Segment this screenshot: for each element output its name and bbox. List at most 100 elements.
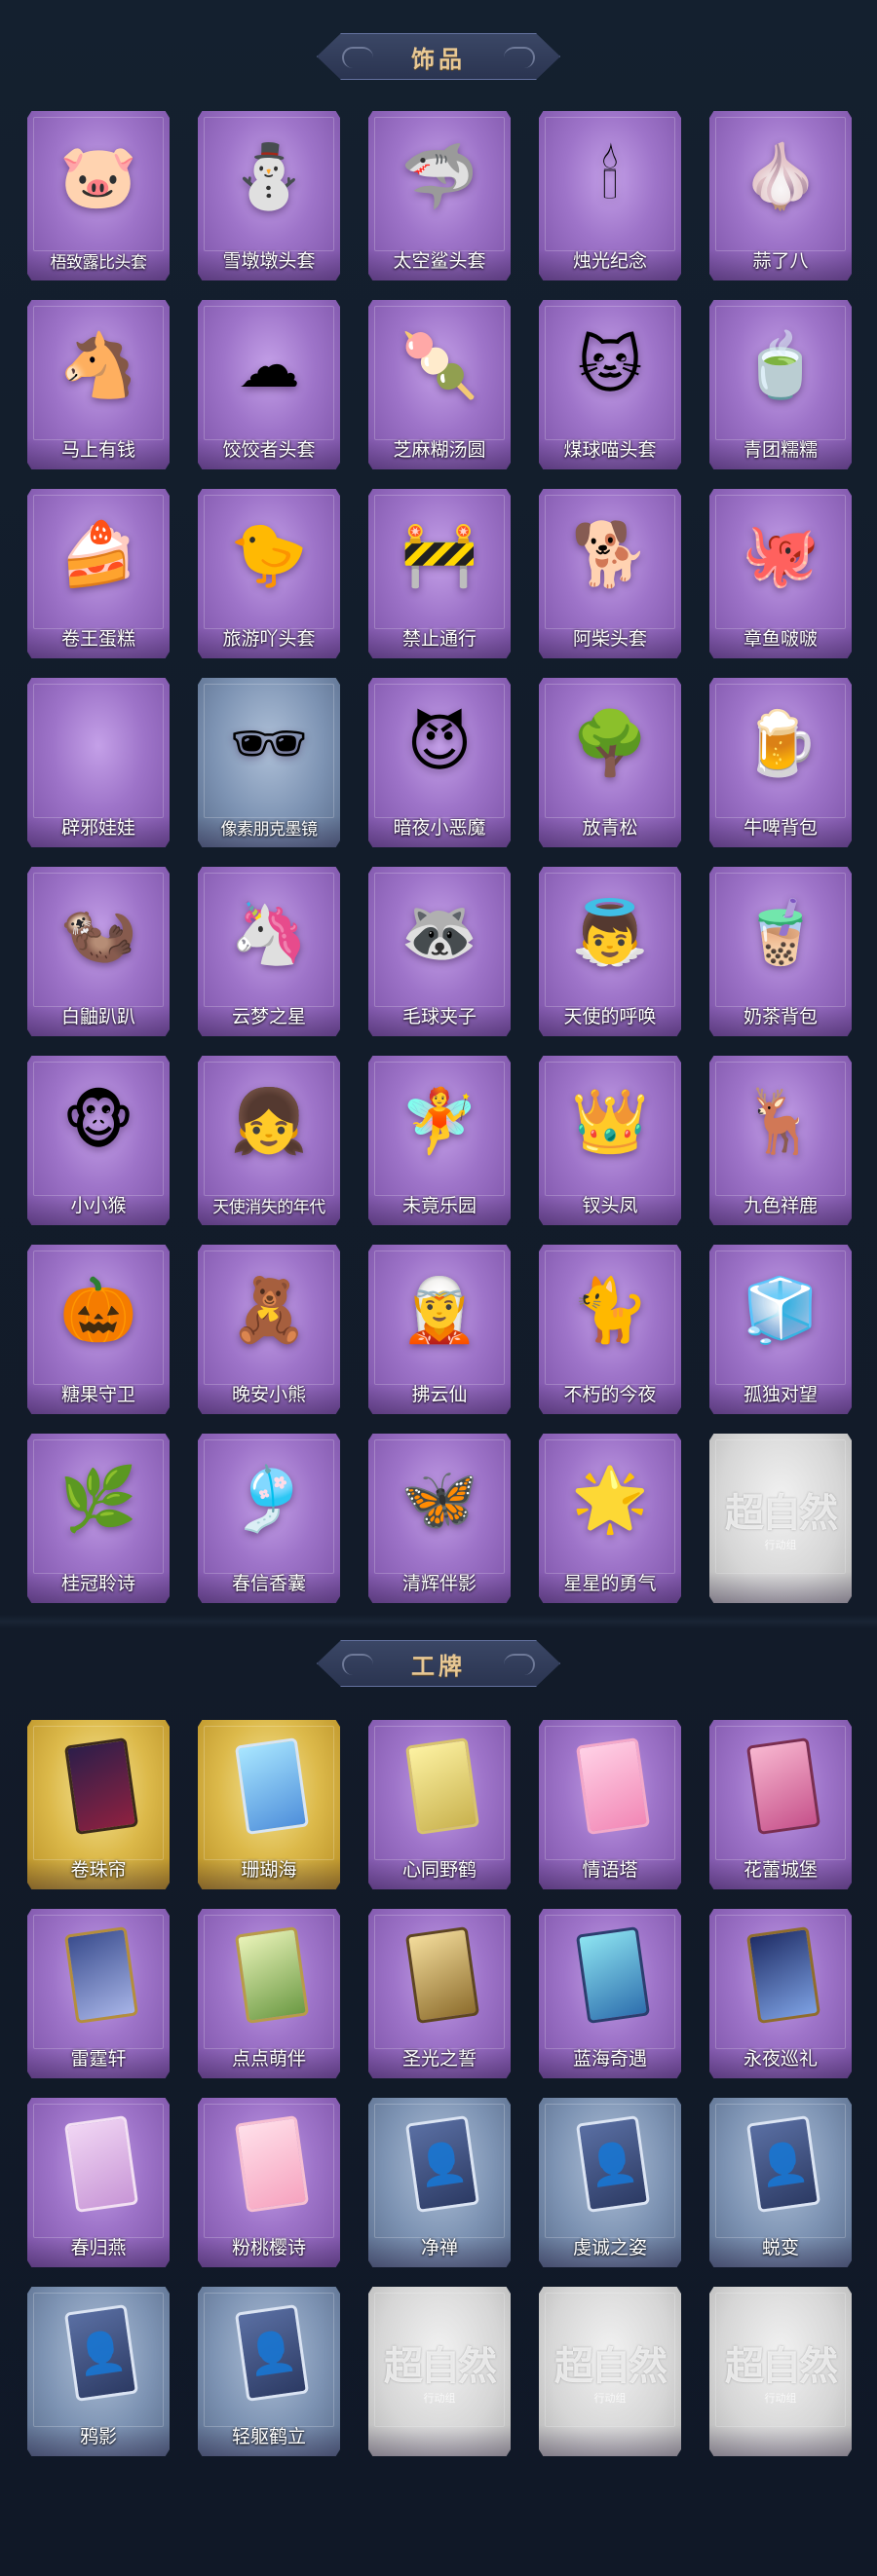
item-tile[interactable]: 卷珠帘 bbox=[27, 1720, 170, 1889]
item-tile[interactable]: 🦄 云梦之星 bbox=[198, 867, 340, 1036]
item-label: 拂云仙 bbox=[411, 1384, 468, 1405]
item-tile[interactable]: 👤 鸦影 bbox=[27, 2287, 170, 2456]
item-tile[interactable]: 🧝 拂云仙 bbox=[368, 1245, 511, 1414]
badge-silhouette-icon: 👤 bbox=[745, 2114, 821, 2214]
item-tile[interactable]: 🦦 白鼬趴趴 bbox=[27, 867, 170, 1036]
item-tile[interactable]: ☁ 饺饺者头套 bbox=[198, 300, 340, 469]
item-label: 云梦之星 bbox=[231, 1006, 306, 1027]
placeholder-logo-icon: 超自然 bbox=[725, 1490, 838, 1536]
cow-beer-backpack-icon: 🍺 bbox=[742, 708, 820, 780]
item-tile[interactable]: 🍡 芝麻糊汤圆 bbox=[368, 300, 511, 469]
item-tile[interactable]: 🕶 像素朋克墨镜 bbox=[198, 678, 340, 847]
item-tile[interactable]: 🎃 糖果守卫 bbox=[27, 1245, 170, 1414]
item-label: 星星的勇气 bbox=[563, 1573, 657, 1594]
item-label: 饺饺者头套 bbox=[222, 439, 316, 461]
item-tile[interactable]: 🐴 马上有钱 bbox=[27, 300, 170, 469]
placeholder-logo-icon: 超自然 bbox=[554, 2343, 667, 2389]
item-tile[interactable]: 珊瑚海 bbox=[198, 1720, 340, 1889]
item-tile[interactable]: 🌳 放青松 bbox=[539, 678, 681, 847]
badge-card-icon bbox=[404, 1925, 480, 2025]
item-tile[interactable]: 情语塔 bbox=[539, 1720, 681, 1889]
placeholder-tile[interactable]: 超自然 行动组 bbox=[539, 2287, 681, 2456]
item-tile[interactable]: 花蕾城堡 bbox=[709, 1720, 852, 1889]
item-tile[interactable]: 🐵 小小猴 bbox=[27, 1056, 170, 1225]
item-tile[interactable]: 🐙 章鱼啵啵 bbox=[709, 489, 852, 658]
item-label: 孤独对望 bbox=[743, 1384, 818, 1405]
item-tile[interactable]: 🧄 蒜了八 bbox=[709, 111, 852, 280]
item-label: 蜕变 bbox=[761, 2237, 799, 2259]
placeholder-tile[interactable]: 超自然 行动组 bbox=[368, 2287, 511, 2456]
item-label: 太空鲨头套 bbox=[393, 250, 486, 272]
snow-deer-hat-icon: ⛄ bbox=[230, 141, 308, 213]
item-tile[interactable]: 🍺 牛啤背包 bbox=[709, 678, 852, 847]
item-tile[interactable]: 👑 钗头凤 bbox=[539, 1056, 681, 1225]
item-label: 圣光之誓 bbox=[401, 2048, 477, 2070]
item-tile[interactable]: 圣光之誓 bbox=[368, 1909, 511, 2078]
item-tile[interactable]: 心同野鹤 bbox=[368, 1720, 511, 1889]
badge-card-icon bbox=[63, 2114, 139, 2214]
item-tile[interactable]: 🧚 未竟乐园 bbox=[368, 1056, 511, 1225]
garlic-head-icon: 🧄 bbox=[742, 141, 820, 213]
angel-pendant-icon: 👼 bbox=[571, 897, 649, 969]
item-tile[interactable]: 🌿 桂冠聆诗 bbox=[27, 1434, 170, 1603]
item-tile[interactable]: 🐱 煤球喵头套 bbox=[539, 300, 681, 469]
little-monkey-icon: 🐵 bbox=[62, 1086, 134, 1158]
item-tile[interactable]: 🚧 禁止通行 bbox=[368, 489, 511, 658]
item-label: 永夜巡礼 bbox=[743, 2048, 818, 2070]
item-label: 梧致露比头套 bbox=[50, 253, 148, 273]
item-tile[interactable]: 辟邪娃娃 bbox=[27, 678, 170, 847]
shiba-head-icon: 🐕 bbox=[571, 519, 649, 591]
item-tile[interactable]: 🧊 孤独对望 bbox=[709, 1245, 852, 1414]
item-tile[interactable]: 🐤 旅游吖头套 bbox=[198, 489, 340, 658]
item-tile[interactable]: 点点萌伴 bbox=[198, 1909, 340, 2078]
item-tile[interactable]: 🦈 太空鲨头套 bbox=[368, 111, 511, 280]
item-tile[interactable]: 👧 天使消失的年代 bbox=[198, 1056, 340, 1225]
placeholder-sub-text: 行动组 bbox=[764, 2392, 797, 2405]
badge-card-icon bbox=[234, 2114, 310, 2214]
item-tile[interactable]: 🐷 梧致露比头套 bbox=[27, 111, 170, 280]
item-tile[interactable]: 🐕 阿柴头套 bbox=[539, 489, 681, 658]
item-label: 轻躯鹤立 bbox=[231, 2426, 306, 2447]
placeholder-tile[interactable]: 超自然 行动组 bbox=[709, 2287, 852, 2456]
item-tile[interactable]: 👤 净禅 bbox=[368, 2098, 511, 2267]
placeholder-logo-icon: 超自然 bbox=[725, 2343, 838, 2389]
item-tile[interactable]: 🍰 卷王蛋糕 bbox=[27, 489, 170, 658]
item-tile[interactable]: 👤 轻躯鹤立 bbox=[198, 2287, 340, 2456]
item-tile[interactable]: 👤 虔诚之姿 bbox=[539, 2098, 681, 2267]
badge-silhouette-icon: 👤 bbox=[404, 2114, 480, 2214]
item-tile[interactable]: 🕯 烛光纪念 bbox=[539, 111, 681, 280]
item-tile[interactable]: 永夜巡礼 bbox=[709, 1909, 852, 2078]
badge-card-icon bbox=[745, 1736, 821, 1836]
item-tile[interactable]: 🍵 青团糯糯 bbox=[709, 300, 852, 469]
item-tile[interactable]: 🦌 九色祥鹿 bbox=[709, 1056, 852, 1225]
label-backdrop bbox=[709, 1572, 852, 1603]
silhouette-icon: 👤 bbox=[586, 2139, 640, 2190]
item-tile[interactable]: 雷霆轩 bbox=[27, 1909, 170, 2078]
item-tile[interactable]: ⛄ 雪墩墩头套 bbox=[198, 111, 340, 280]
section-divider bbox=[0, 1615, 877, 1628]
item-label: 点点萌伴 bbox=[231, 2048, 306, 2070]
placeholder-tile[interactable]: 超自然 行动组 bbox=[709, 1434, 852, 1603]
item-tile[interactable]: 🌟 星星的勇气 bbox=[539, 1434, 681, 1603]
paradise-girl-pendant-icon: 🧚 bbox=[400, 1086, 478, 1158]
moonlight-companion-icon: 🦋 bbox=[400, 1464, 478, 1536]
item-tile[interactable]: 🦋 清辉伴影 bbox=[368, 1434, 511, 1603]
item-tile[interactable]: 🐈 不朽的今夜 bbox=[539, 1245, 681, 1414]
item-tile[interactable]: 😈 暗夜小恶魔 bbox=[368, 678, 511, 847]
item-tile[interactable]: 🎐 春信香囊 bbox=[198, 1434, 340, 1603]
phoenix-pendant-icon: 👑 bbox=[571, 1086, 649, 1158]
item-tile[interactable]: 春归燕 bbox=[27, 2098, 170, 2267]
lonely-gaze-icon: 🧊 bbox=[742, 1275, 820, 1347]
item-label: 钗头凤 bbox=[582, 1195, 638, 1216]
item-tile[interactable]: 👤 蜕变 bbox=[709, 2098, 852, 2267]
item-tile[interactable]: 🧸 晚安小熊 bbox=[198, 1245, 340, 1414]
item-tile[interactable]: 👼 天使的呼唤 bbox=[539, 867, 681, 1036]
item-label: 雷霆轩 bbox=[70, 2048, 127, 2070]
pixel-sunglasses-icon: 🕶 bbox=[229, 708, 309, 780]
item-tile[interactable]: 蓝海奇遇 bbox=[539, 1909, 681, 2078]
item-tile[interactable]: 粉桃樱诗 bbox=[198, 2098, 340, 2267]
item-tile[interactable]: 🦝 毛球夹子 bbox=[368, 867, 511, 1036]
item-label: 放青松 bbox=[582, 817, 638, 839]
roll-cake-head-icon: 🍰 bbox=[59, 519, 137, 591]
item-tile[interactable]: 🧋 奶茶背包 bbox=[709, 867, 852, 1036]
